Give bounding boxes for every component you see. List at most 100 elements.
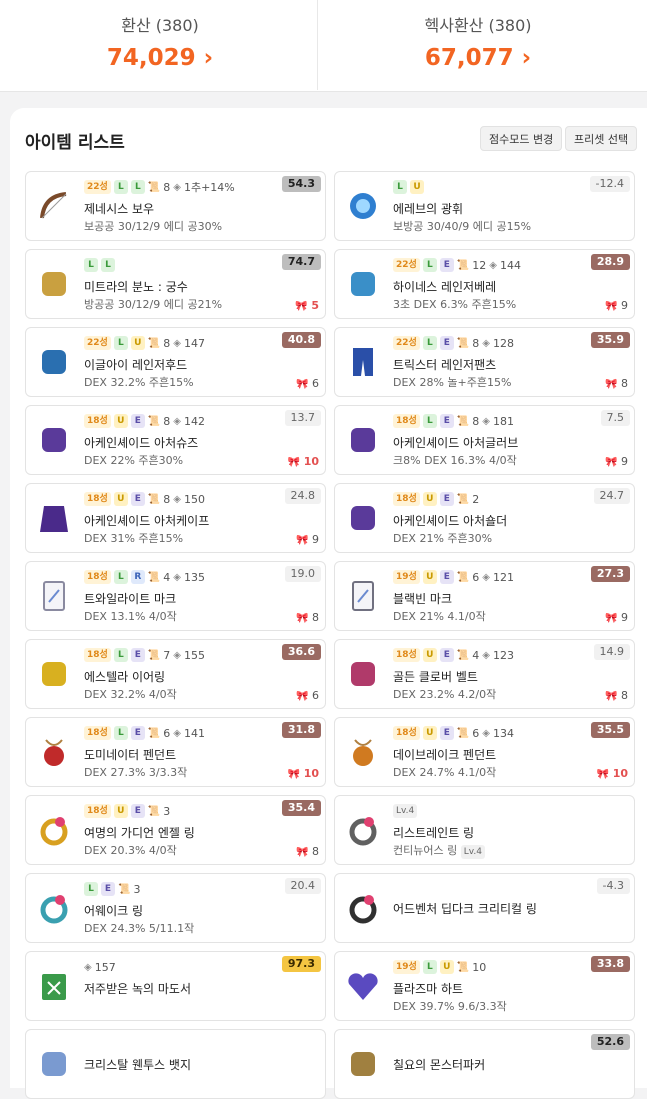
conversion-value[interactable]: 74,029 › [0,45,320,71]
potential-grade-badge: E [130,804,145,818]
glove-icon [343,420,383,460]
item-card[interactable]: 22성 L E 📜 12 ◈ 144 하이네스 레인저베레 3초 DEX 6.3% 주흔15% 2… [334,249,635,319]
star-force-badge: 22성 [393,258,420,272]
item-card[interactable]: 18성 U E 📜 6 ◈ 134 데이브레이크 펜던트 DEX 24.7% 4.1/0작 35.… [334,717,635,787]
item-name: 크리스탈 웬투스 뱃지 [84,1058,191,1072]
potential-grade-badge: L [422,960,437,974]
flame-value: 123 [492,648,514,662]
upgrade-count: 8 [472,336,480,350]
scissor-count: 🎀 9 [605,299,628,312]
potential-grade-badge: E [101,882,115,896]
potential-grade-badge: E [130,492,145,506]
scroll-icon: 📜 [456,493,470,505]
scissor-count-value: 8 [621,377,628,390]
item-card[interactable]: 크리스탈 웬투스 뱃지 [25,1029,326,1099]
item-card[interactable]: ◈ 157 저주받은 녹의 마도서 97.3 [25,951,326,1021]
potential-grade-badge: U [130,336,145,350]
ribbon-icon: 🎀 [605,613,618,624]
potential-grade-badge: L [101,258,115,272]
item-card[interactable]: 19성 L U 📜 10 플라즈마 하트 DEX 39.7% 9.6/3.3작 33.8 [334,951,635,1021]
hexa-conversion-value[interactable]: 67,077 › [318,45,638,71]
scroll-icon: 📜 [147,649,161,661]
scissor-count-value: 8 [312,611,319,624]
level-badge: Lv.4 [393,804,418,818]
potential-grade-badge: E [439,492,454,506]
item-tags: LU [393,180,424,194]
ring-icon [34,810,74,850]
item-stats: DEX 27.3% 3/3.3작 [84,766,188,779]
flame-value: 181 [492,414,514,428]
stone-icon: ◈ [482,415,490,427]
item-card[interactable]: L U 에레브의 광휘 보방공 30/40/9 에디 공15% -12.4 [334,171,635,241]
star-force-badge: 18성 [84,726,111,740]
upgrade-count: 4 [472,648,480,662]
item-card[interactable]: 18성 U E 📜 3 여명의 가디언 엔젤 링 DEX 20.3% 4/0작 35.4 🎀 8 [25,795,326,865]
scissor-count-value: 9 [621,611,628,624]
item-name: 이글아이 레인저후드 [84,358,188,372]
flame-value: 135 [183,570,205,584]
item-tags: 18성 U E 📜 8 ◈ 142 [84,414,205,428]
stone-icon: ◈ [173,649,181,661]
star-force-badge: 18성 [84,570,111,584]
item-stats: 보공공 30/12/9 에디 공30% [84,220,223,233]
item-card[interactable]: 18성 U E 📜 4 ◈ 123 골든 클로버 벨트 DEX 23.2% 4.2/0작 14.9… [334,639,635,709]
item-card[interactable]: 22성 L L 📜 8 ◈ 1추+14% 제네시스 보우 보공공 30/12/9 에디 공30%… [25,171,326,241]
scissor-count: 🎀 9 [296,533,319,546]
item-tags: 18성 L E 📜 7 ◈ 155 [84,648,205,662]
item-name: 아케인셰이드 아처글러브 [393,436,519,450]
star-force-badge: 18성 [393,648,420,662]
item-card[interactable]: 18성 U E 📜 8 ◈ 142 아케인셰이드 아처슈즈 DEX 22% 주흔30% 13.7 🎀… [25,405,326,475]
flame-value: 157 [94,960,116,974]
potential-grade-badge: L [113,336,128,350]
scroll-icon: 📜 [147,571,161,583]
scissor-count-value: 8 [312,845,319,858]
score-mode-button[interactable]: 점수모드 변경 [480,126,563,151]
scissor-count-value: 9 [312,533,319,546]
score-badge: 35.5 [590,722,630,738]
item-card[interactable]: 18성 L E 📜 7 ◈ 155 에스텔라 이어링 DEX 32.2% 4/0작 36.6 🎀 6 [25,639,326,709]
item-card[interactable]: Lv.4 리스트레인트 링 컨티뉴어스 링 Lv.4 [334,795,635,865]
preset-select-button[interactable]: 프리셋 선택 [565,126,638,151]
upgrade-count: 6 [472,570,480,584]
item-card[interactable]: 18성 U E 📜 2 아케인셰이드 아처숄더 DEX 21% 주흔30% 24.7 [334,483,635,553]
item-stats: DEX 23.2% 4.2/0작 [393,688,497,701]
item-tags: 18성 U E 📜 2 [393,492,479,506]
ribbon-icon: 🎀 [287,457,301,468]
potential-grade-badge: L [130,180,145,194]
item-card[interactable]: 18성 L R 📜 4 ◈ 135 트와일라이트 마크 DEX 13.1% 4/0작 19.0 🎀 … [25,561,326,631]
flame-value: 142 [183,414,205,428]
potential-grade-badge: U [422,570,437,584]
item-card[interactable]: 어드벤처 딥다크 크리티컬 링 -4.3 [334,873,635,943]
scissor-count-value: 9 [621,299,628,312]
item-card[interactable]: 22성 L E 📜 8 ◈ 128 트릭스터 레인저팬츠 DEX 28% 놀+주흔15% 35.9… [334,327,635,397]
item-card[interactable]: 18성 U E 📜 8 ◈ 150 아케인셰이드 아처케이프 DEX 31% 주흔15% 24.8… [25,483,326,553]
pants-icon [343,342,383,382]
hexa-conversion-stat[interactable]: 헥사환산 (380) 67,077 › [318,12,638,71]
item-card[interactable]: 18성 L E 📜 8 ◈ 181 아케인셰이드 아처글러브 크8% DEX 16.3% 4/0… [334,405,635,475]
item-stats: 3초 DEX 6.3% 주흔15% [393,298,517,311]
potential-grade-badge: E [439,648,454,662]
star-force-badge: 18성 [84,648,111,662]
stone-icon: ◈ [482,727,490,739]
potential-grade-badge: E [130,726,145,740]
item-card[interactable]: L L 미트라의 분노 : 궁수 방공공 30/12/9 에디 공21% 74.7 🎀 5 [25,249,326,319]
score-badge: 24.8 [284,488,321,504]
potential-grade-badge: U [410,180,424,194]
potential-grade-badge: U [422,492,437,506]
item-stats: DEX 31% 주흔15% [84,532,184,545]
item-card[interactable]: L E 📜 3 어웨이크 링 DEX 24.3% 5/11.1작 20.4 [25,873,326,943]
potential-grade-badge: L [113,180,128,194]
flame-value: 150 [183,492,205,506]
item-stats: DEX 21% 4.1/0작 [393,610,486,623]
item-card[interactable]: 칠요의 몬스터파커 52.6 [334,1029,635,1099]
item-name: 칠요의 몬스터파커 [393,1058,486,1072]
scissor-count: 🎀 6 [296,689,319,702]
item-card[interactable]: 22성 L U 📜 8 ◈ 147 이글아이 레인저후드 DEX 32.2% 주흔15% 40.8… [25,327,326,397]
pendant-icon [343,732,383,772]
scissor-count-value: 5 [311,299,319,312]
item-card[interactable]: 18성 L E 📜 6 ◈ 141 도미네이터 펜던트 DEX 27.3% 3/3.3작 31.8… [25,717,326,787]
score-badge: 19.0 [284,566,321,582]
item-tags: 18성 L E 📜 8 ◈ 181 [393,414,514,428]
item-card[interactable]: 19성 U E 📜 6 ◈ 121 블랙빈 마크 DEX 21% 4.1/0작 27.3 🎀 9 [334,561,635,631]
conversion-stat[interactable]: 환산 (380) 74,029 › [0,12,320,71]
